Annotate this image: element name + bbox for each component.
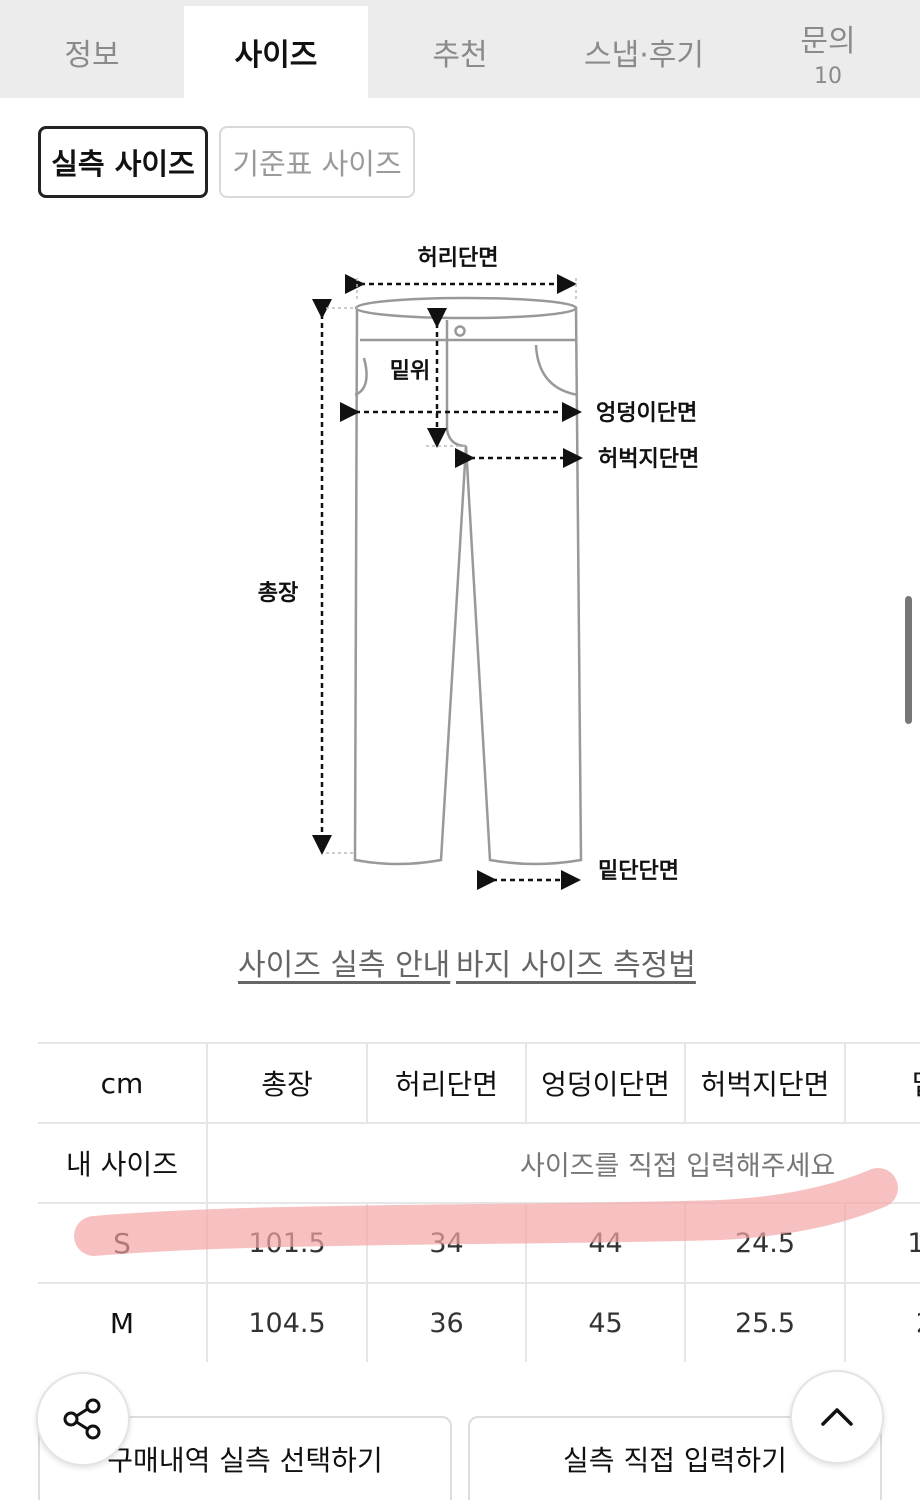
pants-size-diagram: 허리단면 밑위 엉덩이단면 허벅지단면 총장 밑단단면 (258, 246, 699, 890)
column-divider (525, 1042, 527, 1122)
tab-inquiry[interactable]: 문의 10 (736, 6, 920, 98)
button-label: 기준표 사이즈 (232, 147, 402, 181)
scroll-top-button[interactable] (790, 1370, 884, 1464)
value-length: 101.5 (248, 1227, 326, 1259)
standard-size-button[interactable]: 기준표 사이즈 (219, 126, 415, 198)
value-thigh: 24.5 (734, 1227, 796, 1259)
header-hip: 엉덩이단면 (541, 1068, 670, 1101)
thigh-label: 허벅지단면 (598, 447, 699, 472)
column-divider (525, 1202, 527, 1362)
value-hip: 44 (588, 1227, 623, 1259)
column-divider (844, 1202, 846, 1362)
size-guide-link[interactable]: 사이즈 실측 안내 (238, 940, 450, 984)
column-divider (684, 1042, 686, 1122)
value-rise: 2 (846, 1284, 920, 1362)
waist-label: 허리단면 (418, 246, 499, 271)
scrollbar[interactable] (905, 596, 912, 724)
actual-size-button[interactable]: 실측 사이즈 (38, 126, 208, 198)
table-row: S 101.5 34 44 24.5 18 (38, 1202, 920, 1284)
header-length: 총장 (261, 1068, 313, 1101)
tab-label: 사이즈 (234, 38, 318, 73)
my-size-input[interactable]: 사이즈를 직접 입력해주세요 (520, 1124, 835, 1202)
size-label: M (109, 1306, 135, 1340)
hip-label: 엉덩이단면 (596, 401, 697, 426)
pants-measure-link[interactable]: 바지 사이즈 측정법 (456, 940, 696, 984)
column-divider (366, 1202, 368, 1362)
value-thigh: 25.5 (734, 1307, 796, 1339)
chevron-up-icon (821, 1408, 853, 1426)
column-divider (366, 1042, 368, 1122)
tab-label: 스냅·후기 (584, 38, 704, 73)
share-icon (63, 1398, 101, 1440)
my-size-row: 내 사이즈 사이즈를 직접 입력해주세요 (38, 1122, 920, 1204)
tab-snap-review[interactable]: 스냅·후기 (552, 6, 736, 98)
my-size-label: 내 사이즈 (66, 1148, 178, 1181)
length-label: 총장 (258, 581, 298, 606)
button-label: 구매내역 실측 선택하기 (107, 1444, 383, 1477)
button-label: 실측 직접 입력하기 (563, 1444, 787, 1477)
header-waist: 허리단면 (394, 1068, 499, 1101)
tab-info[interactable]: 정보 (0, 6, 184, 98)
hem-label: 밑단단면 (598, 859, 679, 884)
value-rise: 18 (907, 1227, 920, 1259)
size-label: S (113, 1226, 131, 1260)
tab-label: 추천 (432, 38, 488, 73)
table-row: M 104.5 36 45 25.5 2 (38, 1282, 920, 1362)
column-divider (684, 1202, 686, 1362)
tab-recommend[interactable]: 추천 (368, 6, 552, 98)
tab-label: 정보 (64, 38, 120, 73)
value-waist: 34 (429, 1227, 464, 1259)
value-hip: 45 (588, 1307, 623, 1339)
share-button[interactable] (36, 1372, 130, 1466)
value-waist: 36 (429, 1307, 464, 1339)
size-table: cm 총장 허리단면 엉덩이단면 허벅지단면 밑 내 사이즈 사이즈를 직접 입… (38, 1042, 920, 1362)
column-divider (206, 1042, 208, 1362)
header-thigh: 허벅지단면 (700, 1068, 830, 1101)
tab-size[interactable]: 사이즈 (184, 6, 368, 98)
column-divider (844, 1042, 846, 1122)
tab-count: 10 (814, 63, 842, 89)
rise-label: 밑위 (390, 359, 430, 384)
header-unit: cm (100, 1066, 144, 1100)
value-length: 104.5 (248, 1307, 326, 1339)
tab-bar: 정보 사이즈 추천 스냅·후기 문의 10 (0, 0, 920, 98)
button-label: 실측 사이즈 (51, 147, 195, 181)
table-header-row: cm 총장 허리단면 엉덩이단면 허벅지단면 밑 (38, 1042, 920, 1124)
tab-label: 문의 (800, 23, 856, 59)
header-rise: 밑 (846, 1044, 920, 1122)
